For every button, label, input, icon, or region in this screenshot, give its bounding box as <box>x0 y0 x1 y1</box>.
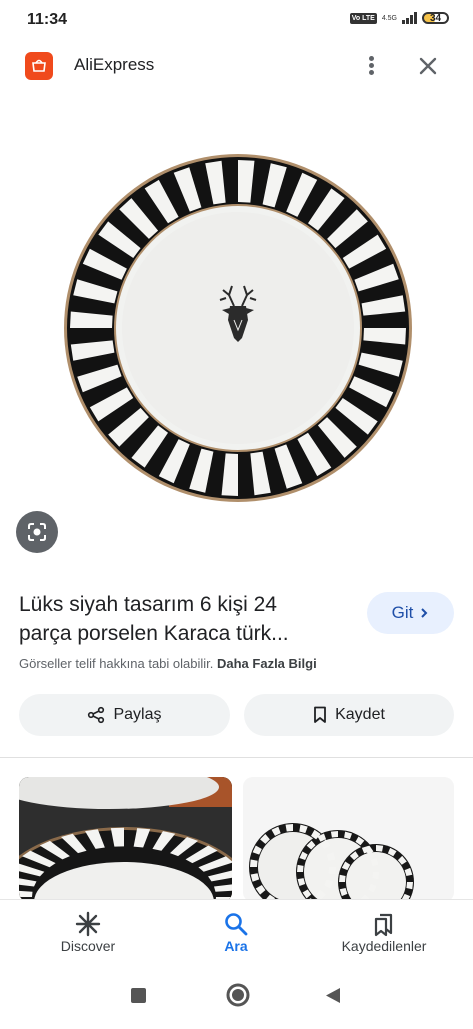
asterisk-icon <box>75 911 101 937</box>
nav-saved-label: Kaydedilenler <box>341 938 427 954</box>
status-bar: 11:34 Vo LTE 4.5G 34 <box>0 0 473 40</box>
product-image[interactable] <box>0 120 473 520</box>
product-title[interactable]: Lüks siyah tasarım 6 kişi 24 parça porse… <box>19 590 349 648</box>
bottom-navigation: Discover Ara Kaydedilenler <box>0 899 473 969</box>
rim-tile <box>285 824 293 832</box>
rim-tile <box>376 845 384 852</box>
share-label: Paylaş <box>113 706 162 723</box>
status-icons: Vo LTE 4.5G 34 <box>349 12 449 24</box>
copyright-text: Görseller telif hakkına tabi olabilir. <box>19 656 214 671</box>
nav-saved[interactable]: Kaydedilenler <box>324 910 444 954</box>
section-divider <box>0 757 473 758</box>
copyright-notice: Görseller telif hakkına tabi olabilir. D… <box>19 656 317 671</box>
more-info-link[interactable]: Daha Fazla Bilgi <box>217 656 317 671</box>
close-icon[interactable] <box>416 54 440 78</box>
nav-discover[interactable]: Discover <box>28 910 148 954</box>
rim-tile <box>328 867 336 875</box>
bookmarks-icon <box>374 913 393 937</box>
rim-tile <box>406 882 413 890</box>
save-button[interactable]: Kaydet <box>244 694 454 736</box>
recent-apps-icon[interactable] <box>131 988 146 1003</box>
bookmark-icon <box>314 706 326 723</box>
signal-icon <box>402 12 417 24</box>
rim-tile <box>372 872 379 880</box>
app-name: AliExpress <box>74 55 155 74</box>
visit-label: Git <box>391 603 414 622</box>
chevron-right-icon <box>421 608 428 618</box>
related-plate-image <box>19 777 232 902</box>
nav-discover-label: Discover <box>60 938 116 954</box>
back-icon[interactable] <box>326 988 340 1003</box>
rim-tile <box>297 864 304 872</box>
related-plates-set-image <box>243 777 454 902</box>
plate-image <box>64 154 412 502</box>
product-title-line1: Lüks siyah tasarım 6 kişi 24 <box>19 593 277 616</box>
save-label: Kaydet <box>335 706 385 723</box>
nav-search[interactable]: Ara <box>176 910 296 954</box>
rim-tile <box>330 831 338 838</box>
nav-search-label: Ara <box>224 938 248 954</box>
product-title-line2: parça porselen Karaca türk... <box>19 622 289 645</box>
lens-button[interactable] <box>16 511 58 553</box>
share-button[interactable]: Paylaş <box>19 694 230 736</box>
rim-tile <box>339 874 346 882</box>
lens-icon <box>28 523 46 541</box>
rim-tile <box>250 859 258 867</box>
search-icon <box>225 913 248 936</box>
battery-icon: 34 <box>422 12 449 24</box>
system-navigation-bar <box>0 968 473 1024</box>
app-header: AliExpress <box>0 40 473 90</box>
more-options-icon[interactable] <box>362 54 380 78</box>
status-time: 11:34 <box>27 11 68 28</box>
related-image-2[interactable] <box>243 777 454 902</box>
aliexpress-logo-icon <box>25 52 53 80</box>
network-type: 4.5G <box>381 14 397 22</box>
related-image-1[interactable] <box>19 777 232 902</box>
share-icon <box>88 706 105 724</box>
volte-icon: Vo LTE <box>349 12 377 24</box>
visit-button[interactable]: Git <box>367 592 454 634</box>
